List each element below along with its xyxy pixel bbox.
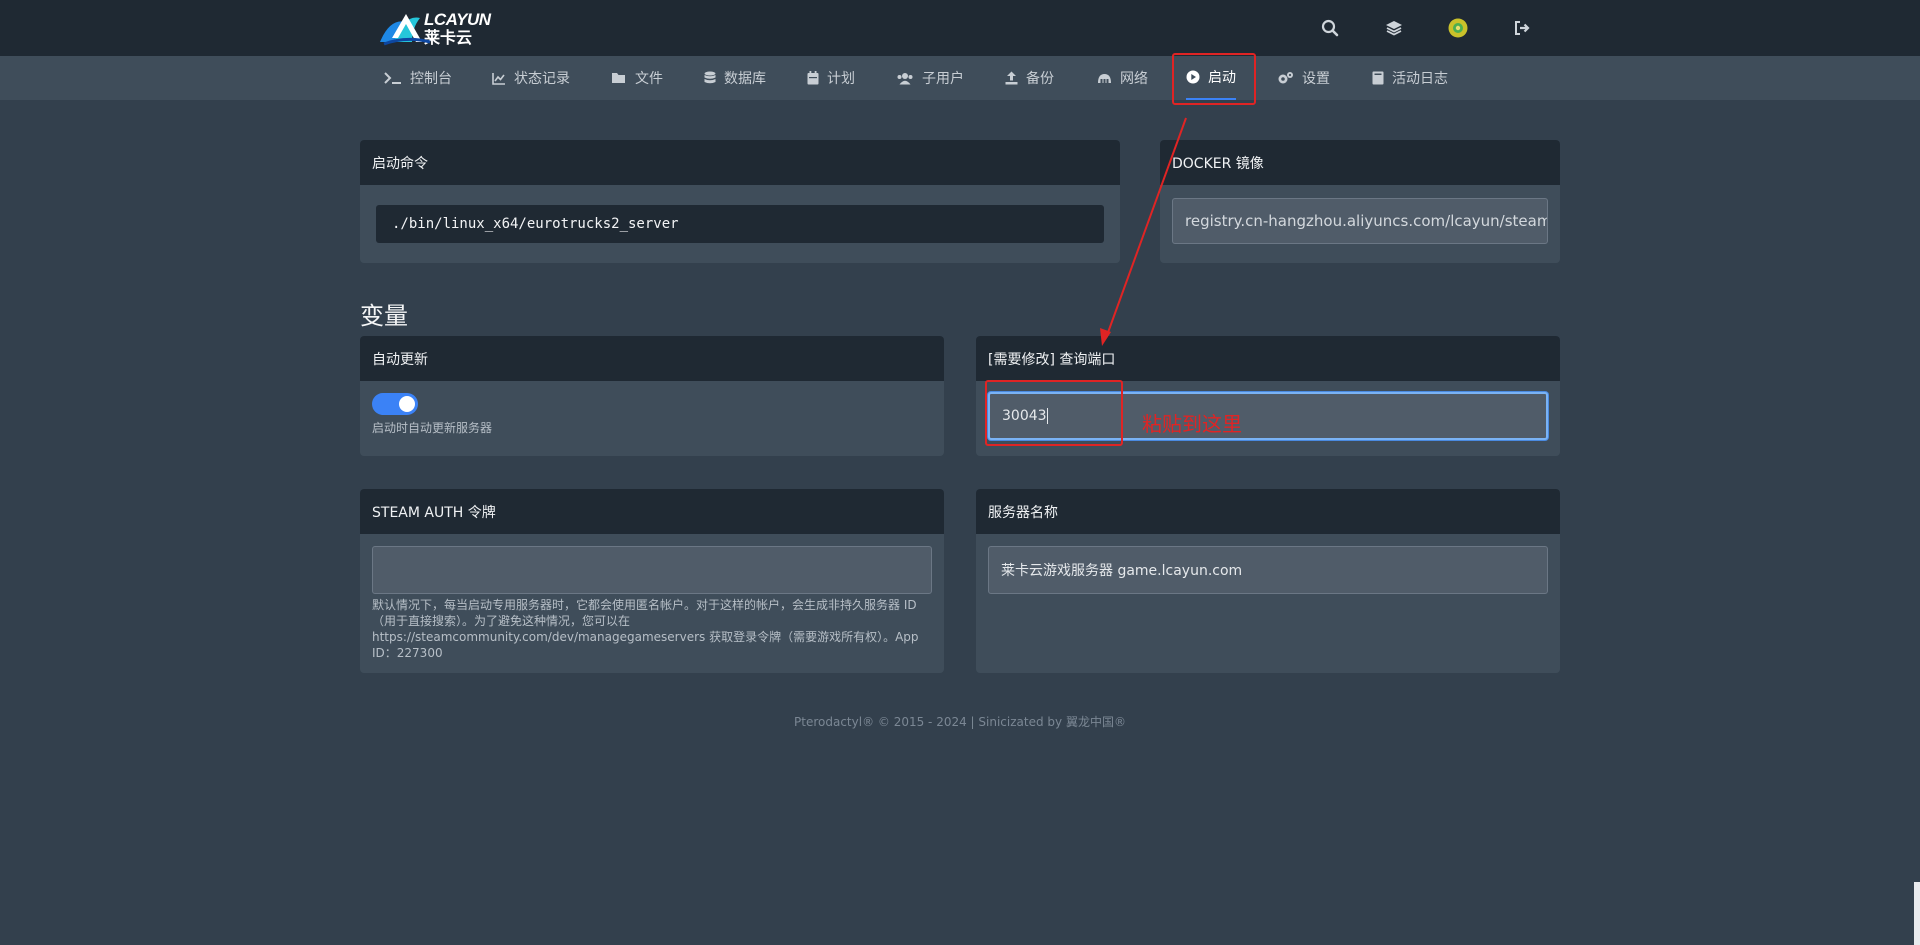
annotation-arrow	[1100, 117, 1187, 346]
footer-copyright: Pterodactyl® © 2015 - 2024 | Sinicizated…	[794, 715, 1126, 729]
scrollbar-edge	[1914, 882, 1920, 945]
